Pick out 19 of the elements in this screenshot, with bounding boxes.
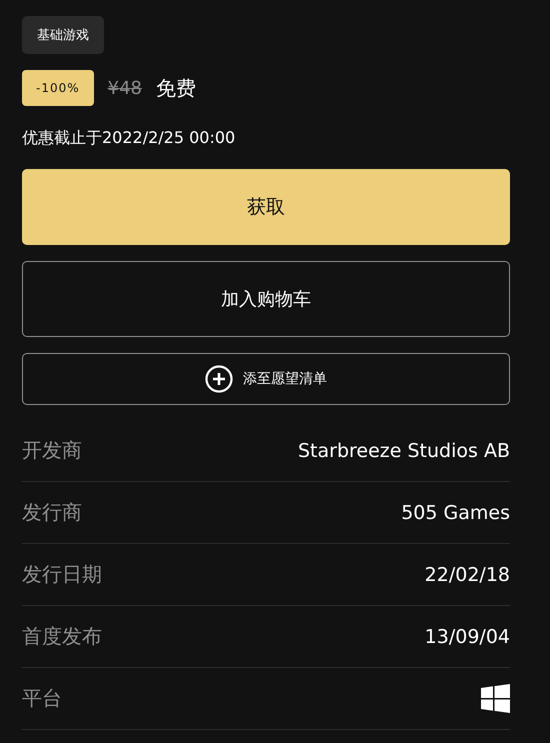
plus-circle-icon <box>205 365 233 393</box>
edition-tag: 基础游戏 <box>22 16 104 54</box>
discount-badge: -100% <box>22 70 94 106</box>
detail-value: 505 Games <box>401 502 510 524</box>
add-to-cart-button[interactable]: 加入购物车 <box>22 261 510 337</box>
detail-value: 22/02/18 <box>424 564 510 586</box>
detail-label: 首度发布 <box>22 623 102 650</box>
detail-label: 开发商 <box>22 437 82 464</box>
windows-icon <box>481 684 510 713</box>
current-price: 免费 <box>156 74 196 102</box>
get-button[interactable]: 获取 <box>22 169 510 245</box>
detail-label: 发行商 <box>22 499 82 526</box>
detail-value: Starbreeze Studios AB <box>298 440 510 462</box>
detail-label: 平台 <box>22 685 62 712</box>
wishlist-button[interactable]: 添至愿望清单 <box>22 353 510 405</box>
original-price: ¥48 <box>108 78 142 98</box>
offer-end-text: 优惠截止于2022/2/25 00:00 <box>22 128 236 149</box>
detail-value: 13/09/04 <box>424 626 510 648</box>
detail-label: 发行日期 <box>22 561 102 588</box>
